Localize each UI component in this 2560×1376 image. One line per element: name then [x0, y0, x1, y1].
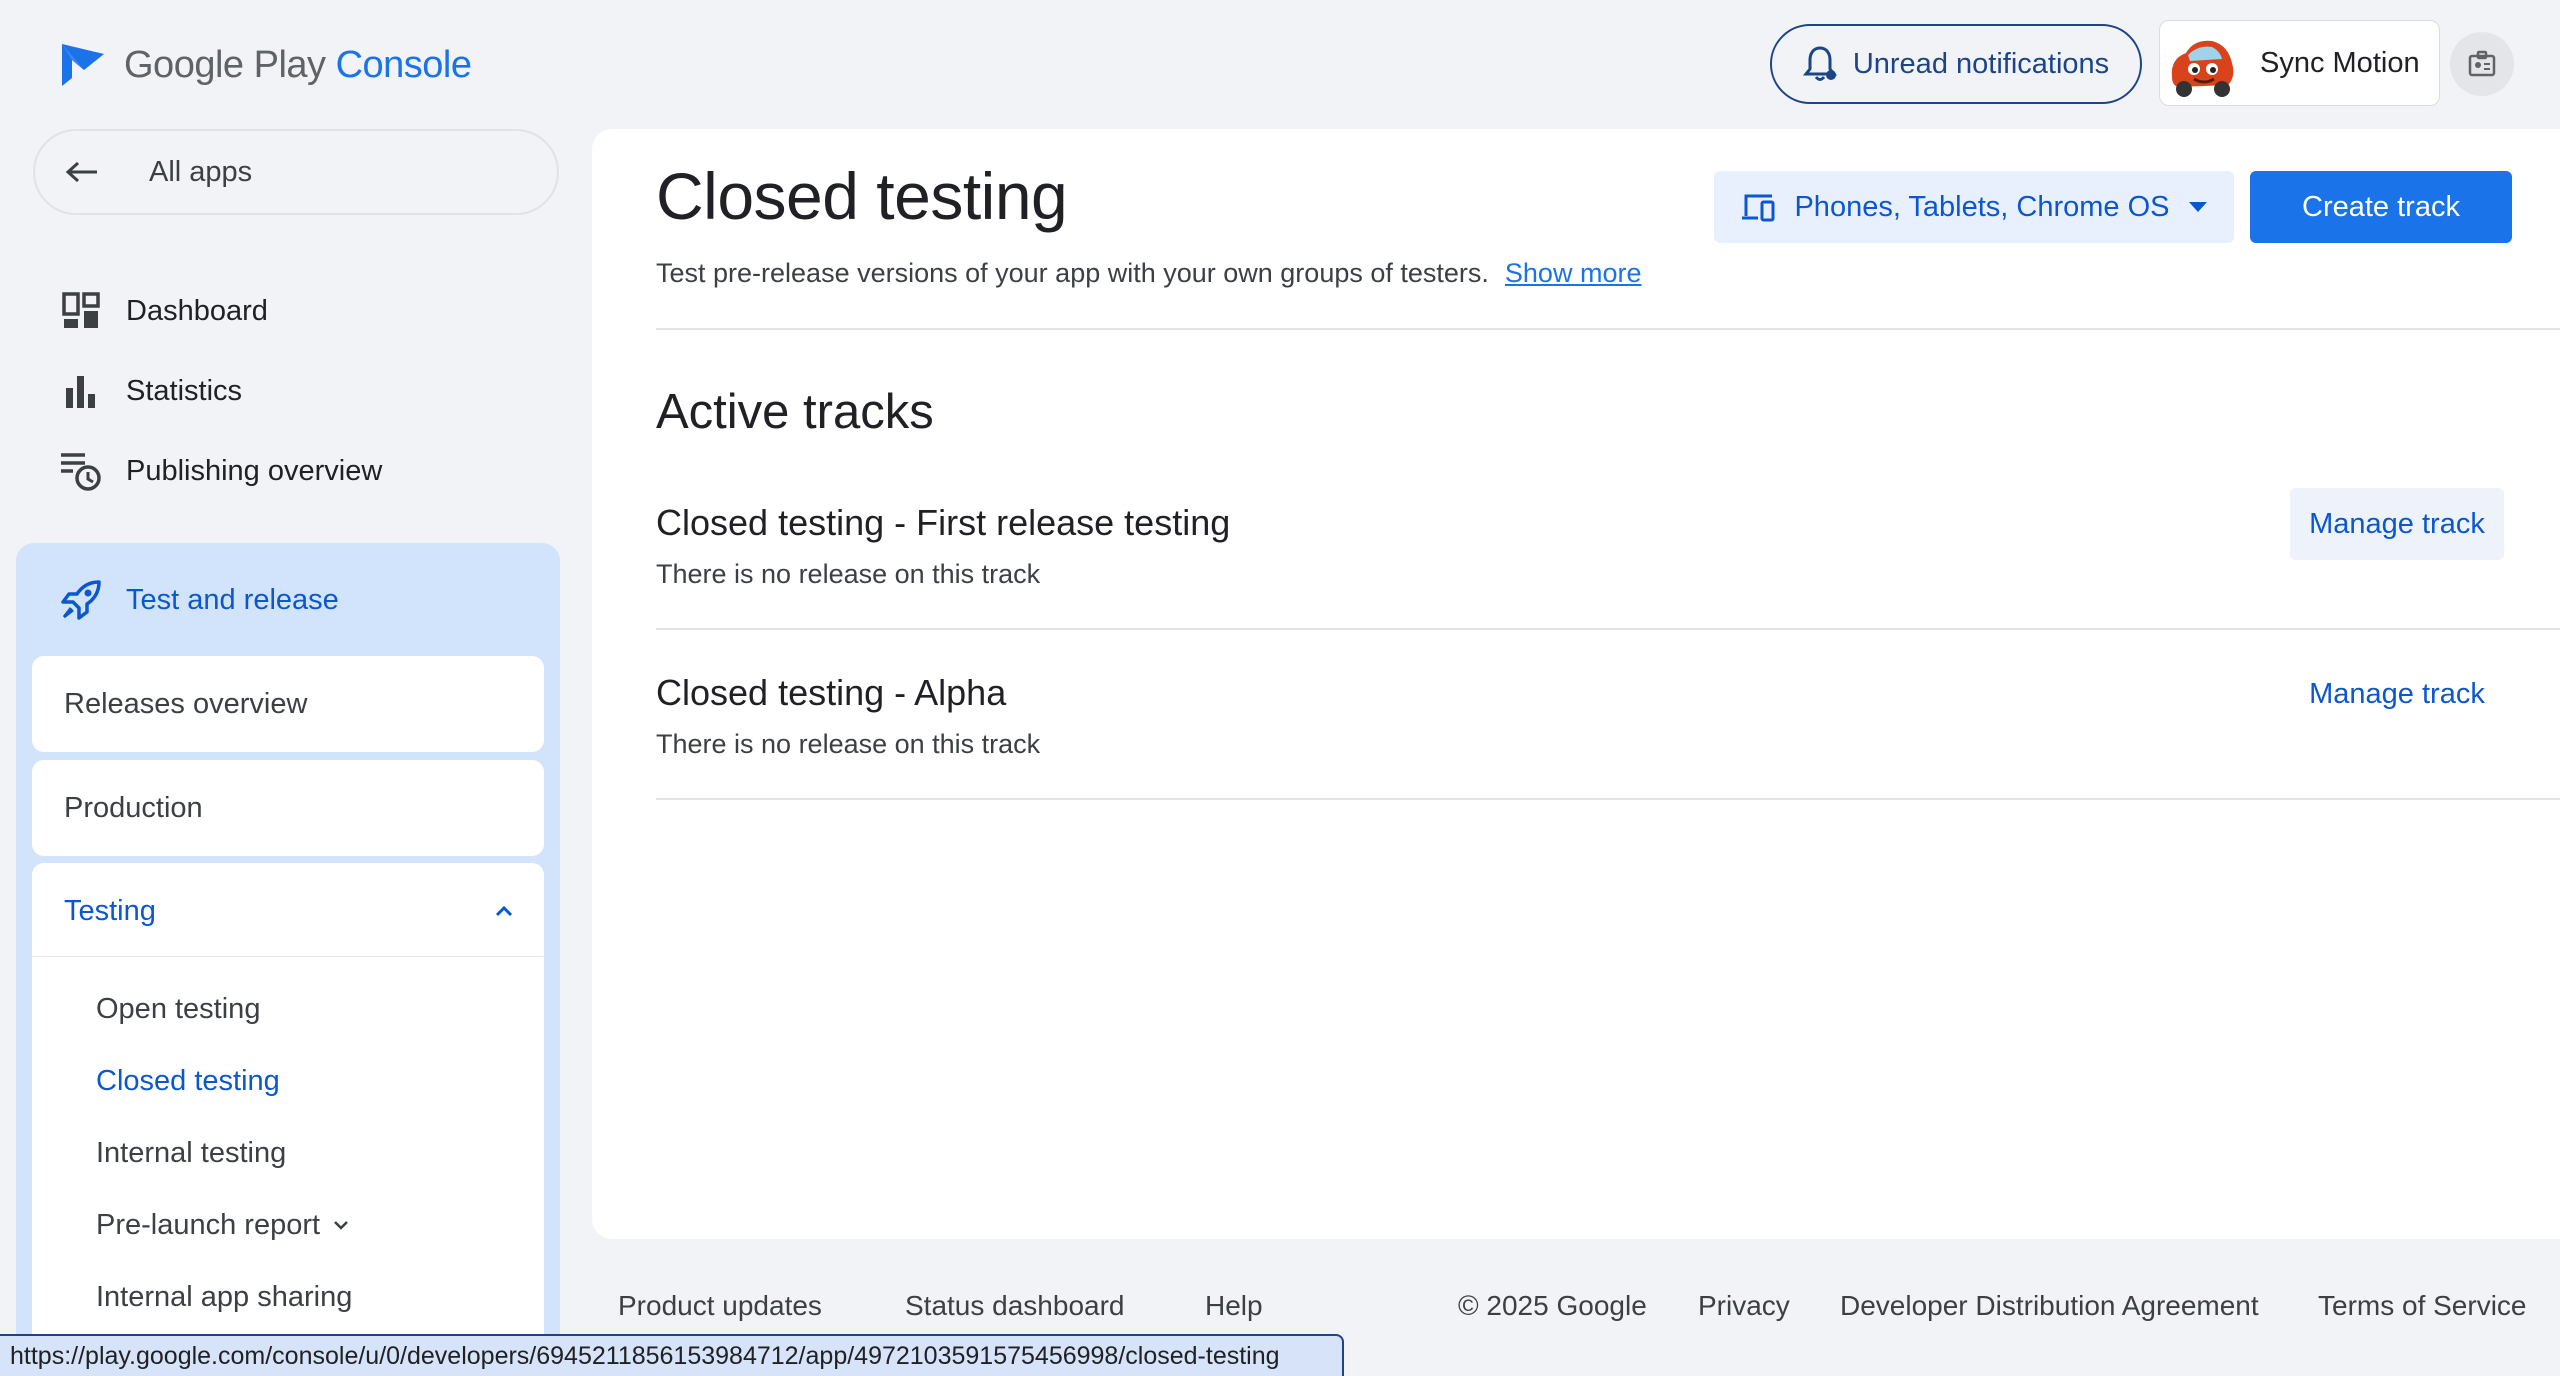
description-text: Test pre-release versions of your app wi… — [656, 258, 1489, 288]
divider — [32, 956, 544, 957]
footer-product-updates-link[interactable]: Product updates — [618, 1290, 822, 1322]
sub-item-label: Internal testing — [96, 1136, 287, 1169]
divider — [656, 798, 2560, 800]
sidebar-item-pre-launch-report[interactable]: Pre-launch report — [96, 1199, 350, 1251]
google-play-console-logo[interactable]: Google Play Console — [58, 36, 472, 94]
testing-label: Testing — [64, 894, 156, 927]
link-preview-status-bar: https://play.google.com/console/u/0/deve… — [0, 1334, 1344, 1376]
account-name: Sync Motion — [2260, 46, 2420, 79]
test-and-release-label: Test and release — [126, 583, 339, 616]
sidebar-item-production[interactable]: Production — [32, 760, 544, 856]
manage-track-button[interactable]: Manage track — [2290, 488, 2504, 560]
sidebar-item-test-and-release[interactable]: Test and release — [58, 570, 339, 630]
production-label: Production — [64, 791, 203, 824]
developer-account-button[interactable] — [2450, 32, 2514, 96]
active-tracks-heading: Active tracks — [656, 385, 934, 439]
notifications-label: Unread notifications — [1852, 47, 2110, 80]
dashboard-icon — [58, 288, 104, 334]
page-title: Closed testing — [656, 159, 1068, 233]
releases-overview-label: Releases overview — [64, 687, 308, 720]
all-apps-label: All apps — [149, 155, 253, 188]
divider — [656, 628, 2560, 630]
sub-item-label: Open testing — [96, 992, 261, 1025]
device-selector-label: Phones, Tablets, Chrome OS — [1794, 190, 2170, 223]
sidebar-item-label: Dashboard — [126, 294, 268, 327]
sidebar-item-testing[interactable]: Testing — [64, 883, 514, 939]
sub-item-label: Closed testing — [96, 1064, 280, 1097]
footer-dda-link[interactable]: Developer Distribution Agreement — [1840, 1290, 2259, 1322]
account-badge-icon — [2468, 50, 2496, 77]
bar-chart-icon — [58, 368, 104, 414]
sidebar-item-publishing-overview[interactable]: Publishing overview — [58, 443, 382, 499]
show-more-link[interactable]: Show more — [1505, 258, 1642, 289]
logo-google-play: Google Play — [124, 43, 326, 86]
create-track-button[interactable]: Create track — [2250, 171, 2512, 243]
chevron-up-icon — [495, 905, 513, 917]
track-name: Closed testing - First release testing — [656, 502, 1231, 543]
bell-icon — [1802, 46, 1837, 81]
footer-help-link[interactable]: Help — [1205, 1290, 1263, 1322]
chevron-down-icon — [334, 1221, 348, 1230]
sidebar-item-dashboard[interactable]: Dashboard — [58, 283, 268, 339]
track-name: Closed testing - Alpha — [656, 672, 1007, 713]
unread-notifications-button[interactable]: Unread notifications — [1770, 24, 2142, 104]
rocket-icon — [58, 577, 104, 623]
play-console-logo-icon — [62, 44, 104, 86]
divider — [656, 328, 2560, 330]
footer-terms-link[interactable]: Terms of Service — [2318, 1290, 2527, 1322]
sidebar-item-statistics[interactable]: Statistics — [58, 363, 242, 419]
dropdown-arrow-icon — [2188, 202, 2207, 212]
footer-status-dashboard-link[interactable]: Status dashboard — [905, 1290, 1125, 1322]
sidebar-item-open-testing[interactable]: Open testing — [96, 983, 260, 1035]
footer-copyright: © 2025 Google — [1458, 1290, 1647, 1321]
sub-item-label: Internal app sharing — [96, 1280, 353, 1313]
arrow-back-icon — [65, 161, 97, 183]
page-description: Test pre-release versions of your app wi… — [656, 258, 1641, 289]
track-status: There is no release on this track — [656, 729, 1041, 759]
logo-console: Console — [335, 43, 472, 86]
car-mascot-icon — [2164, 25, 2240, 101]
account-switcher[interactable]: Sync Motion — [2159, 20, 2440, 106]
sidebar-item-releases-overview[interactable]: Releases overview — [32, 656, 544, 752]
sidebar-item-closed-testing[interactable]: Closed testing — [96, 1055, 280, 1107]
sidebar-item-internal-app-sharing[interactable]: Internal app sharing — [96, 1271, 352, 1323]
footer-privacy-link[interactable]: Privacy — [1698, 1290, 1790, 1322]
sidebar-item-label: Publishing overview — [126, 454, 383, 487]
devices-icon — [1742, 194, 1775, 222]
device-type-selector[interactable]: Phones, Tablets, Chrome OS — [1714, 171, 2234, 243]
sub-item-label: Pre-launch report — [96, 1208, 321, 1241]
sidebar-item-internal-testing[interactable]: Internal testing — [96, 1127, 286, 1179]
track-status: There is no release on this track — [656, 559, 1041, 589]
all-apps-button[interactable]: All apps — [33, 129, 559, 215]
sidebar-item-label: Statistics — [126, 374, 243, 407]
app-avatar — [2164, 25, 2240, 101]
manage-track-button[interactable]: Manage track — [2290, 658, 2504, 730]
publishing-history-icon — [58, 448, 104, 494]
